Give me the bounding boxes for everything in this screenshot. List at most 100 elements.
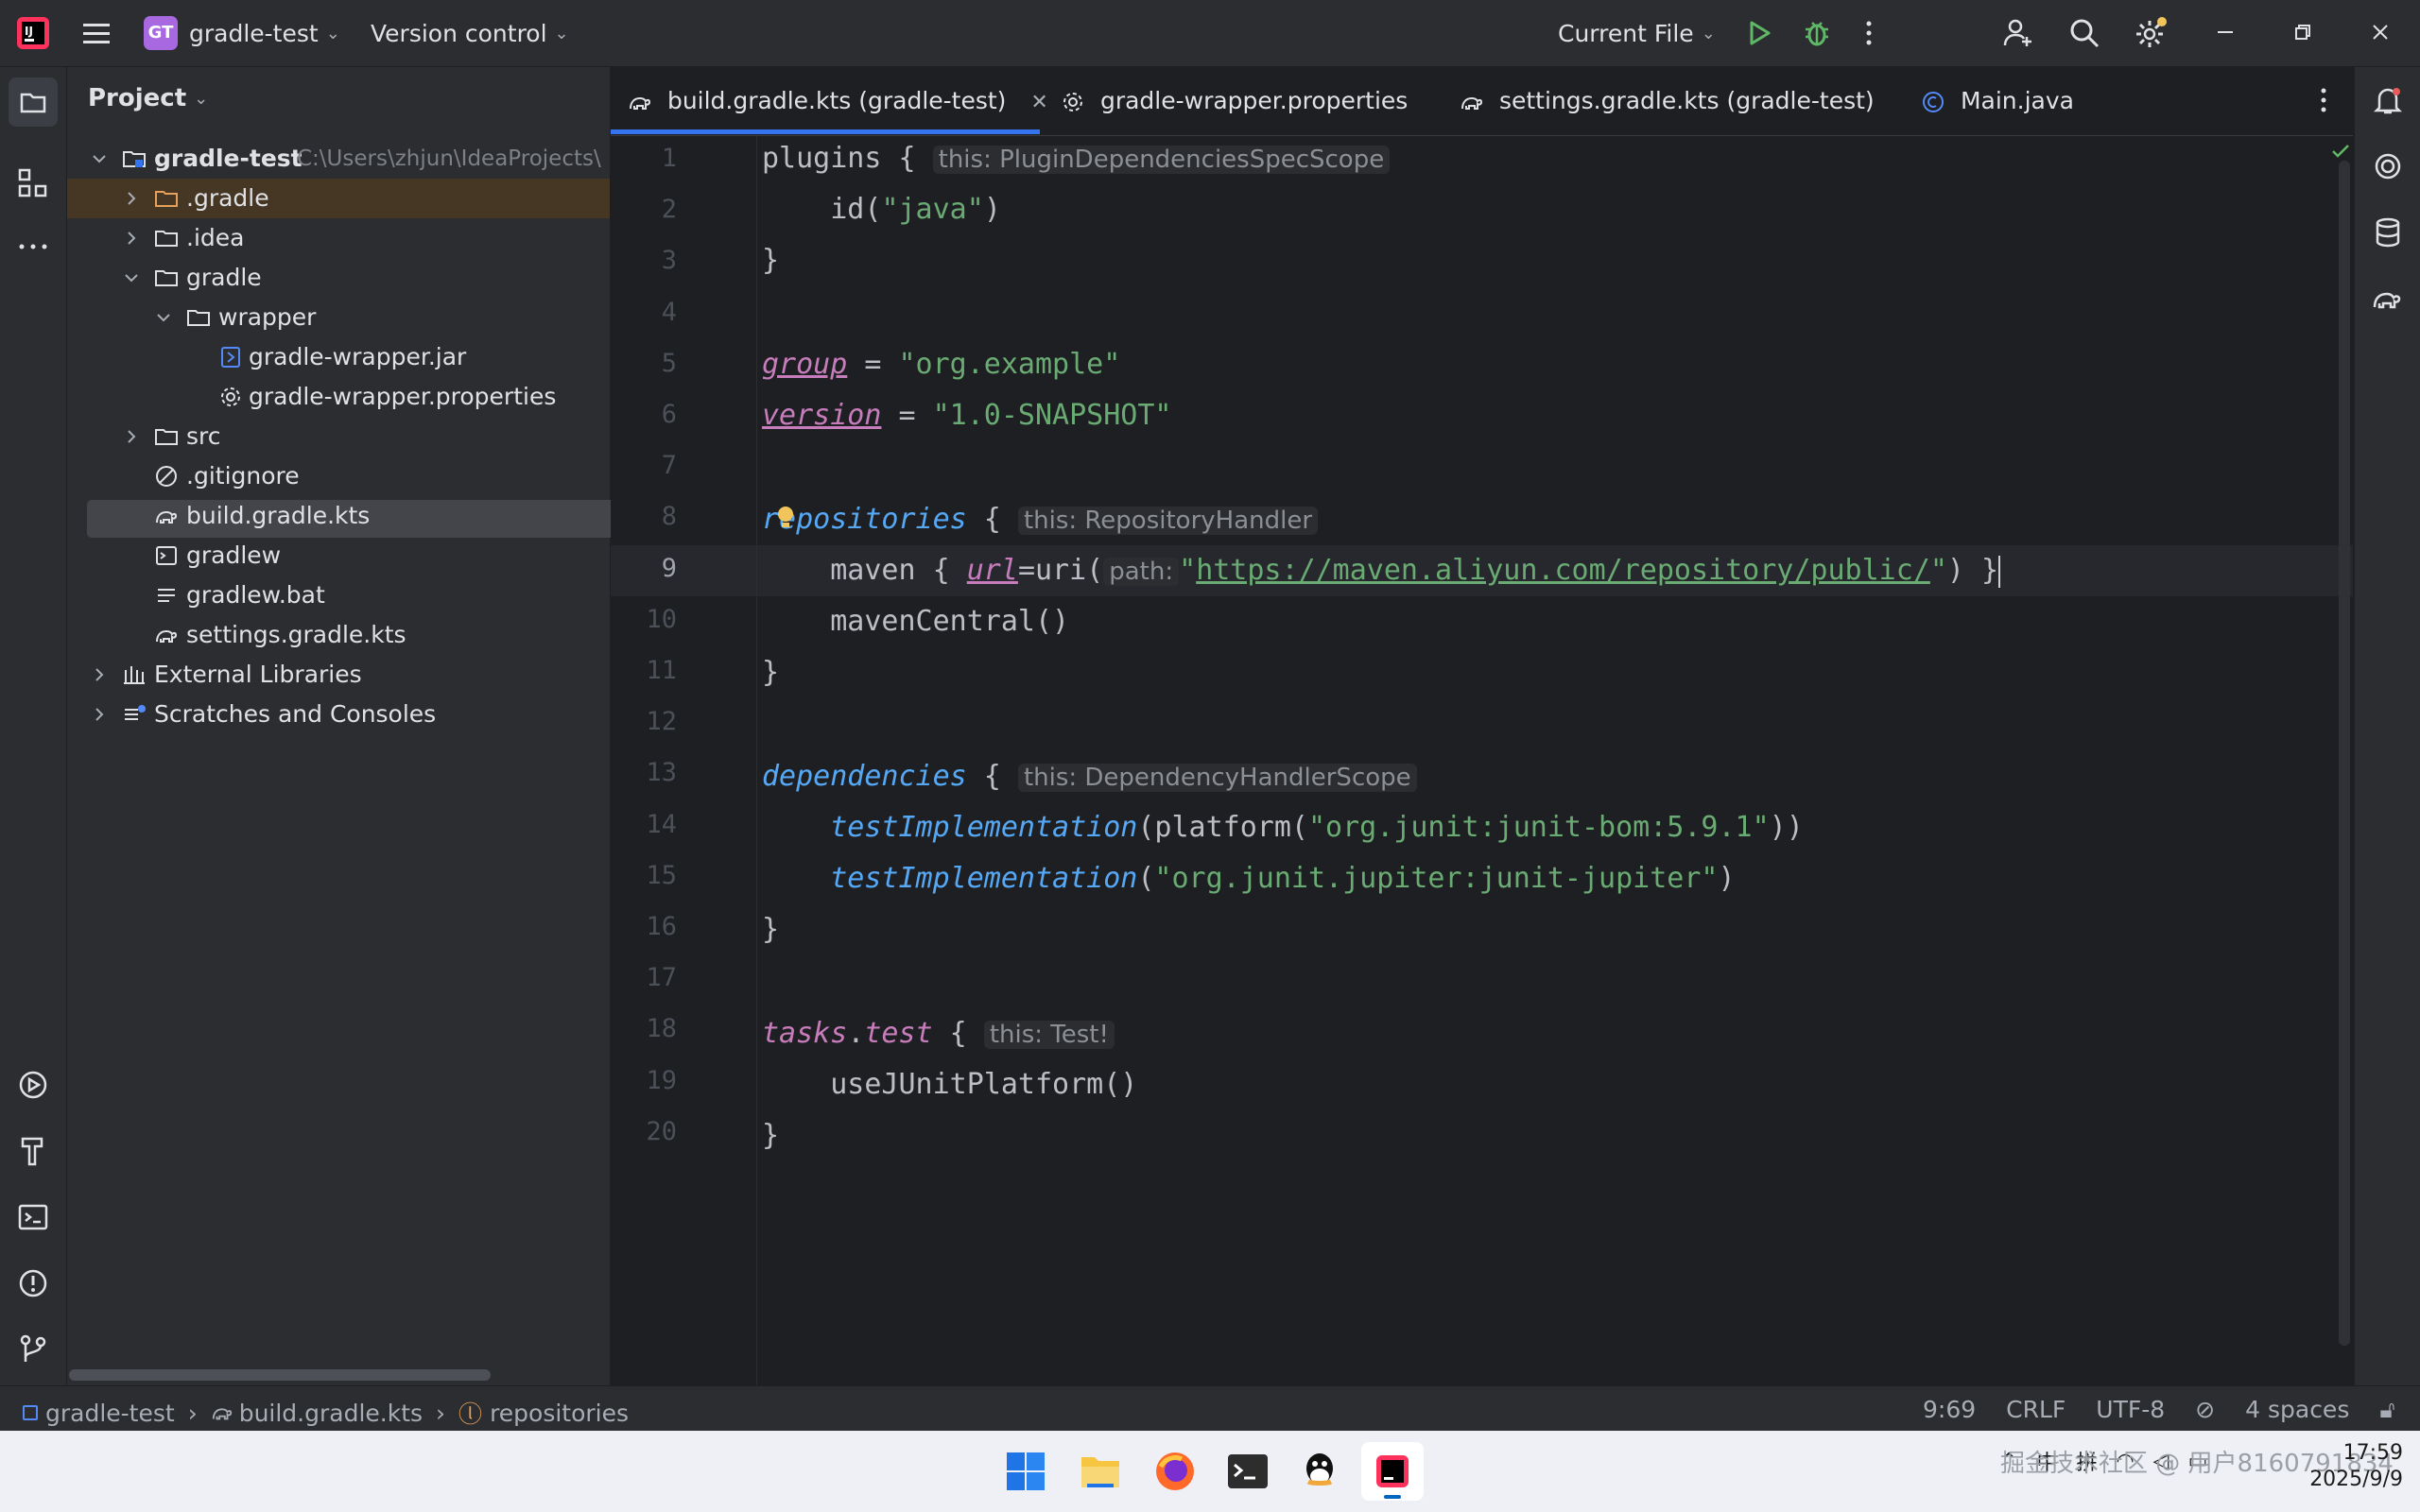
debug-icon[interactable] xyxy=(1802,18,1832,48)
run-icon[interactable] xyxy=(1745,19,1773,47)
editor-tabs: build.gradle.kts (gradle-test) ✕ gradle-… xyxy=(611,67,2353,136)
text-file-icon xyxy=(158,589,175,602)
add-user-icon[interactable] xyxy=(2002,17,2034,49)
tab-main-java[interactable]: Main.java xyxy=(1921,67,2074,135)
code-line-18: tasks.test { this: Test! xyxy=(762,1015,1115,1054)
line-number: 8 xyxy=(661,502,677,532)
editor-vertical-scrollbar[interactable] xyxy=(2339,161,2350,1346)
project-panel-header[interactable]: Project ⌄ xyxy=(88,84,208,112)
no-problems-check-icon xyxy=(2329,140,2352,163)
tab-settings-gradle[interactable]: settings.gradle.kts (gradle-test) xyxy=(1460,67,1875,135)
code-line-14: testImplementation(platform("org.junit:j… xyxy=(830,811,1804,844)
status-widgets: 9:69 CRLF UTF-8 ⊘ 4 spaces 🔓︎ xyxy=(1923,1396,2395,1424)
services-icon[interactable] xyxy=(17,1069,49,1101)
chevron-right-icon xyxy=(95,668,104,681)
line-number: 13 xyxy=(646,758,677,788)
title-bar: IJ GT gradle-test ⌄ Version control ⌄ Cu… xyxy=(0,0,2420,67)
firefox-icon[interactable] xyxy=(1153,1450,1197,1493)
file-encoding[interactable]: UTF-8 xyxy=(2096,1396,2165,1424)
lock-icon[interactable]: 🔓︎ xyxy=(2379,1396,2394,1424)
tab-label: settings.gradle.kts (gradle-test) xyxy=(1498,87,1875,114)
close-tab-icon[interactable]: ✕ xyxy=(1030,91,1047,114)
version-control-menu[interactable]: Version control ⌄ xyxy=(371,15,569,51)
breadcrumb-file[interactable]: build.gradle.kts xyxy=(239,1400,423,1427)
git-icon[interactable] xyxy=(17,1333,49,1366)
tree-root[interactable]: gradle-test C:\Users\zhjun\IdeaProjects\ xyxy=(67,139,610,179)
folder-icon xyxy=(155,191,178,207)
lambda-icon: ⓛ xyxy=(458,1400,483,1428)
restore-icon[interactable] xyxy=(2291,21,2314,43)
qq-icon[interactable] xyxy=(1301,1450,1339,1493)
chevron-right-icon xyxy=(128,430,136,443)
project-switcher[interactable]: GT gradle-test ⌄ xyxy=(144,15,340,51)
run-config-selector[interactable]: Current File ⌄ xyxy=(1558,15,1716,51)
tree-item-gitignore[interactable]: .gitignore xyxy=(67,456,610,496)
notifications-bell-icon[interactable] xyxy=(2372,84,2404,116)
search-icon[interactable] xyxy=(2068,17,2100,49)
build-hammer-icon[interactable] xyxy=(17,1135,49,1167)
breadcrumb-project[interactable]: gradle-test xyxy=(45,1400,175,1427)
code-line-1: plugins { this: PluginDependenciesSpecSc… xyxy=(762,140,1391,179)
minimize-icon[interactable] xyxy=(2214,21,2237,43)
more-tools-icon[interactable] xyxy=(17,241,49,252)
status-bar: gradle-test › build.gradle.kts › ⓛ repos… xyxy=(0,1385,2420,1432)
ai-assistant-icon[interactable] xyxy=(2372,150,2404,182)
project-badge: GT xyxy=(144,16,178,50)
svg-text:IJ: IJ xyxy=(25,25,33,38)
terminal-icon[interactable] xyxy=(17,1201,49,1233)
gradle-tool-icon[interactable] xyxy=(2372,283,2404,315)
structure-icon[interactable] xyxy=(17,167,49,199)
chevron-down-icon: ⌄ xyxy=(325,23,340,43)
tree-item-scratches[interactable]: Scratches and Consoles xyxy=(67,695,610,734)
line-number: 17 xyxy=(646,963,677,993)
tree-item-src[interactable]: src xyxy=(67,417,610,456)
windows-start-icon[interactable] xyxy=(1006,1452,1046,1491)
intellij-logo-icon[interactable]: IJ xyxy=(15,15,51,51)
problems-icon[interactable] xyxy=(17,1267,49,1299)
tree-item-idea[interactable]: .idea xyxy=(67,218,610,258)
tree-item-wrapper-properties[interactable]: gradle-wrapper.properties xyxy=(67,377,610,417)
tree-item-external-libraries[interactable]: External Libraries xyxy=(67,655,610,695)
tree-item-settings-gradle[interactable]: settings.gradle.kts xyxy=(67,615,610,655)
close-window-icon[interactable] xyxy=(2369,21,2392,43)
code-style-icon[interactable]: ⊘ xyxy=(2195,1396,2215,1424)
tab-build-gradle[interactable]: build.gradle.kts (gradle-test) ✕ xyxy=(628,67,1048,135)
tab-gradle-wrapper-properties[interactable]: gradle-wrapper.properties xyxy=(1061,67,1408,135)
ignore-file-icon xyxy=(156,466,177,487)
project-tool-button[interactable] xyxy=(9,77,58,127)
line-number: 18 xyxy=(646,1014,677,1044)
tree-item-dot-gradle[interactable]: .gradle xyxy=(67,179,610,218)
line-separator[interactable]: CRLF xyxy=(2006,1396,2066,1424)
gradle-elephant-icon xyxy=(156,510,178,524)
tree-item-wrapper[interactable]: wrapper xyxy=(67,298,610,337)
code-line-8: repositories { this: RepositoryHandler xyxy=(762,501,1319,540)
clock[interactable]: 17:59 2025/9/9 xyxy=(2297,1440,2403,1493)
tree-item-gradle[interactable]: gradle xyxy=(67,258,610,298)
library-icon xyxy=(124,666,145,684)
tree-item-label: External Libraries xyxy=(154,661,362,688)
main-menu-icon[interactable] xyxy=(81,21,112,45)
line-number: 3 xyxy=(661,246,677,276)
tab-options-icon[interactable] xyxy=(2318,86,2329,114)
settings-gear-icon[interactable] xyxy=(2133,15,2169,51)
url-link[interactable]: https://maven.aliyun.com/repository/publ… xyxy=(1196,554,1930,587)
code-line-5: group = "org.example" xyxy=(762,348,1121,381)
run-config-label: Current File xyxy=(1558,19,1694,47)
line-number: 5 xyxy=(661,348,677,378)
version-control-label: Version control xyxy=(371,19,547,47)
tree-item-build-gradle[interactable]: build.gradle.kts xyxy=(67,496,610,536)
intention-bulb-icon[interactable] xyxy=(775,505,796,531)
tree-item-gradlew-bat[interactable]: gradlew.bat xyxy=(67,576,610,615)
terminal-app-icon[interactable] xyxy=(1227,1453,1269,1489)
database-icon[interactable] xyxy=(2372,216,2404,249)
more-actions-icon[interactable] xyxy=(1862,18,1876,48)
breadcrumb-symbol[interactable]: repositories xyxy=(490,1400,629,1427)
tree-item-gradlew[interactable]: gradlew xyxy=(67,536,610,576)
tree-item-wrapper-jar[interactable]: gradle-wrapper.jar xyxy=(67,337,610,377)
intellij-taskbar-button[interactable] xyxy=(1361,1442,1424,1501)
project-horizontal-scrollbar[interactable] xyxy=(69,1369,491,1381)
indent-setting[interactable]: 4 spaces xyxy=(2245,1396,2349,1424)
caret-position[interactable]: 9:69 xyxy=(1923,1396,1976,1424)
code-editor[interactable]: 1 2 3 4 5 6 7 8 9 10 11 12 13 14 15 16 17 18 19 20 plugins … xyxy=(611,136,2353,1385)
file-explorer-icon[interactable] xyxy=(1080,1452,1121,1491)
